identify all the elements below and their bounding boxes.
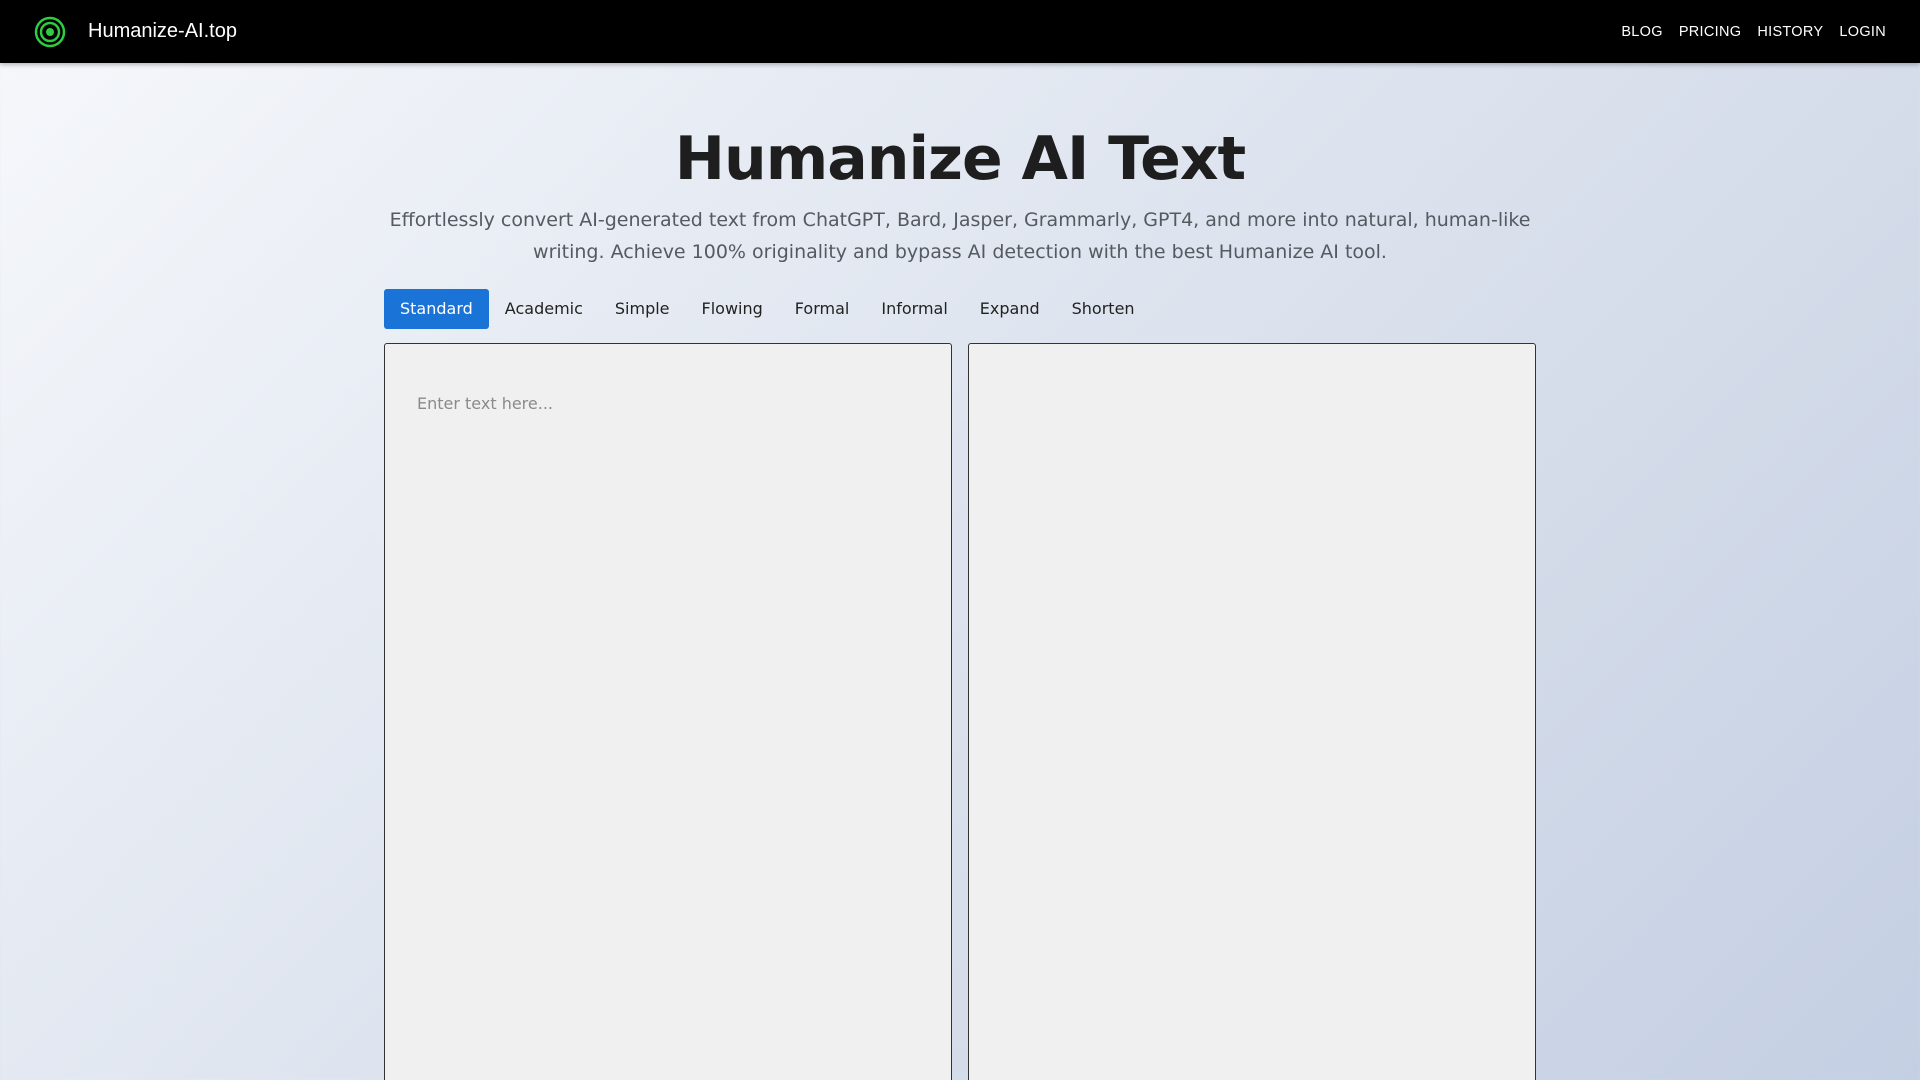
tab-flowing[interactable]: Flowing	[686, 289, 779, 329]
top-navbar: Humanize-AI.top BLOG PRICING HISTORY LOG…	[0, 0, 1920, 63]
nav-links: BLOG PRICING HISTORY LOGIN	[1613, 24, 1886, 40]
tab-standard[interactable]: Standard	[384, 289, 489, 329]
tab-simple[interactable]: Simple	[599, 289, 686, 329]
output-pane[interactable]	[968, 343, 1536, 1080]
tab-shorten[interactable]: Shorten	[1056, 289, 1151, 329]
page-subtitle: Effortlessly convert AI-generated text f…	[389, 209, 1531, 263]
brand-link[interactable]: Humanize-AI.top	[34, 16, 237, 48]
tab-informal[interactable]: Informal	[865, 289, 963, 329]
tab-academic[interactable]: Academic	[489, 289, 599, 329]
brand-name: Humanize-AI.top	[88, 20, 237, 42]
main-content: Humanize AI Text Effortlessly convert AI…	[384, 63, 1536, 1080]
tab-expand[interactable]: Expand	[964, 289, 1056, 329]
nav-link-history[interactable]: HISTORY	[1749, 24, 1831, 40]
mode-tabs: Standard Academic Simple Flowing Formal …	[384, 289, 1536, 329]
logo-icon	[34, 16, 66, 48]
editor-panes	[384, 343, 1536, 1080]
input-textarea[interactable]	[385, 344, 951, 1080]
page-title: Humanize AI Text	[674, 124, 1246, 194]
tab-formal[interactable]: Formal	[779, 289, 866, 329]
input-pane	[384, 343, 952, 1080]
nav-link-login[interactable]: LOGIN	[1831, 24, 1886, 40]
nav-link-pricing[interactable]: PRICING	[1671, 24, 1750, 40]
nav-link-blog[interactable]: BLOG	[1613, 24, 1671, 40]
